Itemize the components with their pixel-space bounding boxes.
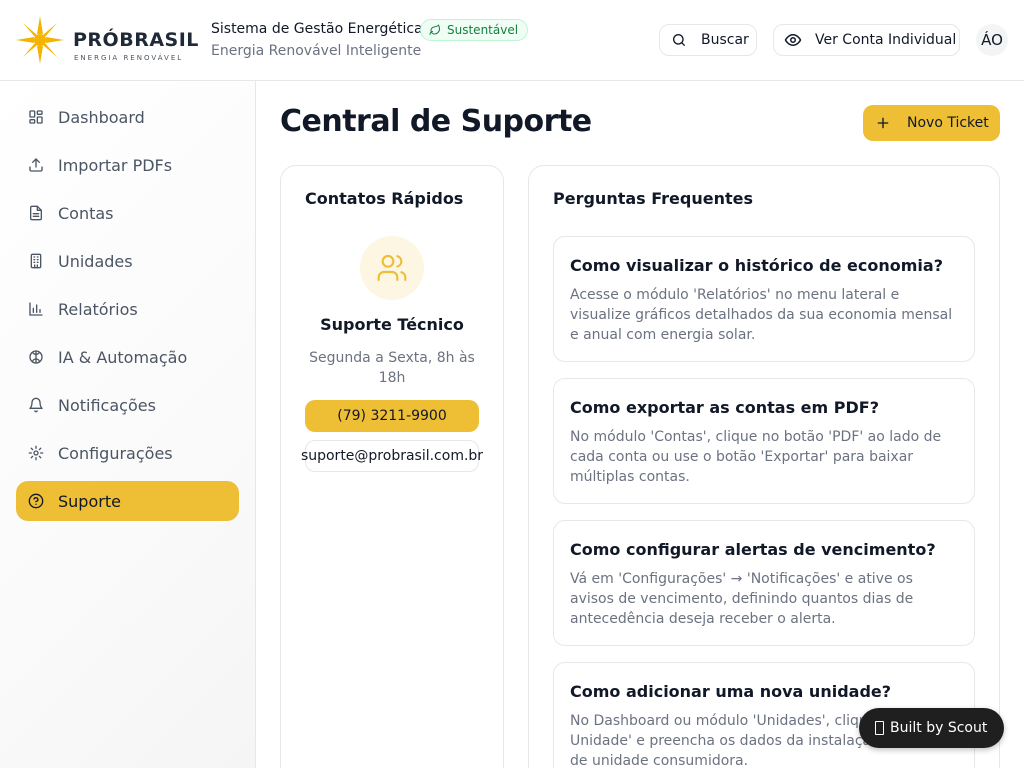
sidebar: Dashboard Importar PDFs Contas Unidades … bbox=[0, 81, 256, 768]
brand-logo[interactable]: PRÓBRASIL ENERGIA RENOVÁVEL bbox=[16, 16, 199, 64]
faq-title: Perguntas Frequentes bbox=[553, 189, 753, 208]
scout-label: Built by Scout bbox=[890, 720, 988, 736]
faq-item[interactable]: Como configurar alertas de vencimento? V… bbox=[553, 520, 975, 646]
sidebar-item-dashboard[interactable]: Dashboard bbox=[16, 97, 239, 137]
sidebar-item-settings[interactable]: Configurações bbox=[16, 433, 239, 473]
quick-contacts-title: Contatos Rápidos bbox=[305, 189, 464, 208]
phone-button[interactable]: (79) 3211-9900 bbox=[305, 400, 479, 432]
faq-question: Como configurar alertas de vencimento? bbox=[570, 540, 936, 559]
faq-answer: Vá em 'Configurações' → 'Notificações' e… bbox=[570, 571, 914, 627]
new-ticket-label: Novo Ticket bbox=[907, 115, 989, 131]
users-icon bbox=[377, 254, 407, 282]
scout-icon bbox=[875, 721, 884, 735]
user-avatar[interactable]: ÁO bbox=[976, 24, 1008, 56]
app-title: Sistema de Gestão Energética bbox=[211, 21, 423, 37]
sidebar-item-accounts[interactable]: Contas bbox=[16, 193, 239, 233]
sidebar-item-label: Importar PDFs bbox=[58, 155, 173, 175]
email-button[interactable]: suporte@probrasil.com.br bbox=[301, 440, 483, 472]
eye-icon bbox=[784, 34, 802, 46]
built-by-scout-badge[interactable]: Built by Scout bbox=[859, 708, 1004, 748]
search-icon bbox=[673, 34, 685, 46]
gear-icon bbox=[27, 444, 45, 462]
leaf-icon bbox=[429, 24, 440, 35]
upload-icon bbox=[27, 156, 45, 174]
badge-label: Sustentável bbox=[447, 23, 519, 37]
sidebar-item-label: Contas bbox=[58, 203, 114, 223]
sidebar-item-label: Dashboard bbox=[58, 107, 145, 127]
sidebar-item-import-pdfs[interactable]: Importar PDFs bbox=[16, 145, 239, 185]
sidebar-item-reports[interactable]: Relatórios bbox=[16, 289, 239, 329]
support-avatar bbox=[360, 236, 424, 300]
view-account-button[interactable]: Ver Conta Individual bbox=[773, 24, 960, 56]
support-hours: Segunda a Sexta, 8h às 18h bbox=[309, 350, 475, 386]
faq-item[interactable]: Como exportar as contas em PDF? No módul… bbox=[553, 378, 975, 504]
help-circle-icon bbox=[27, 492, 45, 510]
plus-icon bbox=[877, 117, 889, 129]
faq-question: Como exportar as contas em PDF? bbox=[570, 398, 879, 417]
sidebar-item-ai-automation[interactable]: IA & Automação bbox=[16, 337, 239, 377]
sidebar-item-units[interactable]: Unidades bbox=[16, 241, 239, 281]
bar-chart-icon bbox=[27, 300, 45, 318]
sun-logo-icon bbox=[16, 16, 64, 64]
app-subtitle: Energia Renovável Inteligente bbox=[211, 43, 422, 59]
grid-icon bbox=[27, 108, 45, 126]
file-text-icon bbox=[27, 204, 45, 222]
quick-contacts-card: Contatos Rápidos Suporte Técnico Segunda… bbox=[280, 165, 504, 768]
brand-name: PRÓBRASIL bbox=[73, 29, 199, 51]
sidebar-item-label: Configurações bbox=[58, 443, 173, 463]
faq-answer: Acesse o módulo 'Relatórios' no menu lat… bbox=[570, 287, 953, 343]
sidebar-item-label: Relatórios bbox=[58, 299, 138, 319]
faq-question: Como adicionar uma nova unidade? bbox=[570, 682, 892, 701]
support-name: Suporte Técnico bbox=[320, 315, 464, 334]
building-icon bbox=[27, 252, 45, 270]
app-header: PRÓBRASIL ENERGIA RENOVÁVEL Sistema de G… bbox=[0, 0, 1024, 81]
search-button[interactable]: Buscar bbox=[659, 24, 757, 56]
sidebar-item-label: IA & Automação bbox=[58, 347, 188, 367]
sidebar-item-label: Suporte bbox=[58, 491, 121, 511]
faq-card: Perguntas Frequentes Como visualizar o h… bbox=[528, 165, 1000, 768]
brain-icon bbox=[27, 348, 45, 366]
sidebar-item-label: Unidades bbox=[58, 251, 133, 271]
new-ticket-button[interactable]: Novo Ticket bbox=[863, 105, 1000, 141]
brand-tagline: ENERGIA RENOVÁVEL bbox=[74, 54, 184, 62]
bell-icon bbox=[27, 396, 45, 414]
faq-answer: No módulo 'Contas', clique no botão 'PDF… bbox=[570, 429, 942, 485]
view-account-label: Ver Conta Individual bbox=[815, 32, 957, 48]
faq-item[interactable]: Como visualizar o histórico de economia?… bbox=[553, 236, 975, 362]
sidebar-item-support[interactable]: Suporte bbox=[16, 481, 239, 521]
sidebar-item-notifications[interactable]: Notificações bbox=[16, 385, 239, 425]
sustainable-badge: Sustentável bbox=[420, 19, 529, 41]
faq-question: Como visualizar o histórico de economia? bbox=[570, 256, 943, 275]
sidebar-item-label: Notificações bbox=[58, 395, 156, 415]
page-title: Central de Suporte bbox=[280, 104, 592, 139]
search-button-label: Buscar bbox=[701, 32, 749, 48]
